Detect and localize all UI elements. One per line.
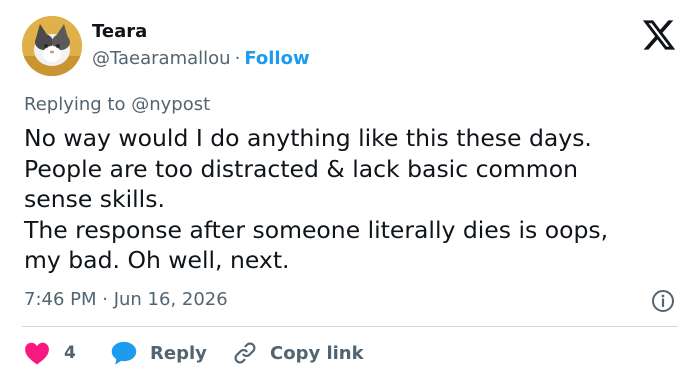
info-icon[interactable] [651,289,675,313]
like-button[interactable]: 4 [24,338,76,368]
avatar[interactable] [22,16,82,76]
tweet-line: sense skills. [24,185,165,213]
tweet-line: No way would I do anything like this the… [24,124,592,152]
handle-row: @Taearamallou · Follow [92,48,310,69]
link-icon [234,342,256,364]
like-count: 4 [64,343,76,363]
speech-bubble-icon [111,341,137,365]
separator-dot: · [234,48,241,69]
copy-link-button[interactable]: Copy link [232,338,364,368]
replying-to: Replying to @nypost [24,94,210,115]
timestamp[interactable]: 7:46 PM · Jun 16, 2026 [24,289,228,310]
follow-button[interactable]: Follow [244,48,309,69]
reply-label: Reply [150,342,207,364]
tweet-line: my bad. Oh well, next. [24,246,290,274]
tweet-text: No way would I do anything like this the… [24,123,684,276]
copy-link-label: Copy link [270,342,364,364]
replying-to-prefix: Replying to [24,94,126,115]
reply-button[interactable]: Reply [110,338,207,368]
cat-avatar-image [22,16,82,76]
display-name[interactable]: Teara [92,21,147,42]
handle[interactable]: @Taearamallou [92,48,231,69]
tweet-line: The response after someone literally die… [24,215,609,244]
heart-icon [25,342,49,365]
divider [22,326,678,327]
tweet-line: People are too distracted & lack basic c… [24,154,578,183]
x-logo-icon[interactable] [640,17,678,53]
mention-link[interactable]: @nypost [131,94,210,115]
